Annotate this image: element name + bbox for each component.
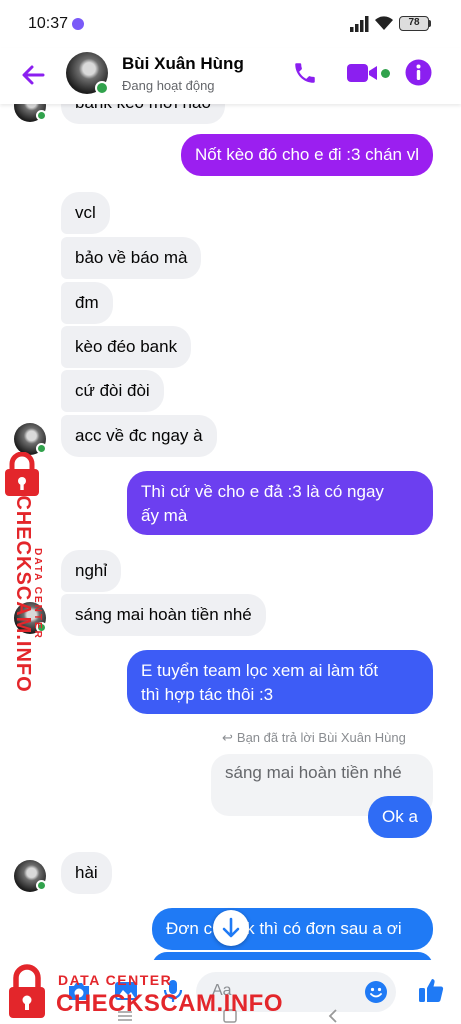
wifi-icon xyxy=(375,16,393,30)
message-bubble-incoming[interactable]: nghỉ xyxy=(61,550,122,592)
chat-header: Bùi Xuân Hùng Đang hoạt động xyxy=(0,48,461,104)
video-camera-icon[interactable] xyxy=(346,61,380,85)
message-line: Thì cứ về cho e đả :3 là có ngay xyxy=(141,482,384,501)
contact-status: Đang hoạt động xyxy=(122,78,215,93)
message-bubble-incoming[interactable]: sáng mai hoàn tiền nhé xyxy=(61,594,266,636)
phone-icon[interactable] xyxy=(292,60,318,86)
info-icon[interactable] xyxy=(405,59,432,86)
message-bubble-incoming[interactable]: vcl xyxy=(61,192,110,234)
watermark-bottom: DATA CENTER CHECKSCAM.INFO xyxy=(0,962,290,1024)
online-indicator xyxy=(36,880,47,891)
watermark-brand: CHECKSCAM.INFO xyxy=(56,990,283,1017)
reply-arrow-icon: ↩ xyxy=(222,730,233,745)
signal-icon xyxy=(350,16,369,32)
message-bubble-incoming[interactable]: kèo đéo bank xyxy=(61,326,192,368)
battery-tip xyxy=(429,20,431,27)
online-indicator xyxy=(95,81,109,95)
message-bubble-outgoing[interactable]: Thì cứ về cho e đả :3 là có ngay ấy mà xyxy=(127,471,433,535)
reply-indicator: ↩ Bạn đã trả lời Bùi Xuân Hùng xyxy=(222,730,406,746)
thumbs-up-icon[interactable] xyxy=(417,976,445,1004)
message-bubble-incoming[interactable]: bảo về báo mà xyxy=(61,237,202,279)
message-list[interactable]: bank kèo mới nào Nốt kèo đó cho e đi :3 … xyxy=(0,104,461,960)
message-text-start: Đơn c xyxy=(166,919,213,938)
message-bubble-incoming[interactable]: đm xyxy=(61,282,113,324)
message-line: E tuyển team lọc xem ai làm tốt xyxy=(141,661,379,680)
contact-name[interactable]: Bùi Xuân Hùng xyxy=(122,54,244,74)
message-bubble-outgoing[interactable] xyxy=(152,952,433,960)
back-arrow-icon[interactable] xyxy=(18,60,48,90)
emoji-icon[interactable] xyxy=(364,980,388,1004)
battery-icon: 78 xyxy=(399,16,429,31)
message-bubble-outgoing[interactable]: Ok a xyxy=(368,796,432,838)
watermark-vertical: DATA CENTER CHECKSCAM.INFO xyxy=(0,452,46,693)
message-bubble-incoming[interactable]: cứ đòi đòi xyxy=(61,370,164,412)
watermark-brand: CHECKSCAM.INFO xyxy=(12,495,34,693)
message-line: ấy mà xyxy=(141,506,188,525)
message-bubble-incoming[interactable]: hài xyxy=(61,852,112,894)
message-line: thì hợp tác thôi :3 xyxy=(141,685,274,704)
message-bubble-outgoing[interactable]: Nốt kèo đó cho e đi :3 chán vl xyxy=(181,134,433,176)
message-bubble-incoming[interactable]: bank kèo mới nào xyxy=(61,104,225,124)
message-bubble-outgoing[interactable]: E tuyển team lọc xem ai làm tốt thì hợp … xyxy=(127,650,433,714)
message-bubble-outgoing[interactable]: Đơn c k thì có đơn sau a ơi xyxy=(152,908,433,950)
video-online-indicator xyxy=(381,69,390,78)
watermark-small: DATA CENTER xyxy=(58,972,173,988)
message-text-end: k thì có đơn sau a ơi xyxy=(246,919,402,938)
message-bubble-incoming[interactable]: acc về đc ngay à xyxy=(61,415,217,457)
reply-note-text: Bạn đã trả lời Bùi Xuân Hùng xyxy=(236,730,406,745)
lock-icon xyxy=(9,964,45,1018)
status-bar: 10:37 78 xyxy=(0,0,461,48)
status-time: 10:37 xyxy=(28,15,69,32)
online-indicator xyxy=(36,110,47,121)
watermark-vertical-text: DATA CENTER CHECKSCAM.INFO xyxy=(11,483,43,705)
messenger-notification-icon xyxy=(72,18,84,30)
scroll-to-bottom-button[interactable] xyxy=(213,910,249,946)
